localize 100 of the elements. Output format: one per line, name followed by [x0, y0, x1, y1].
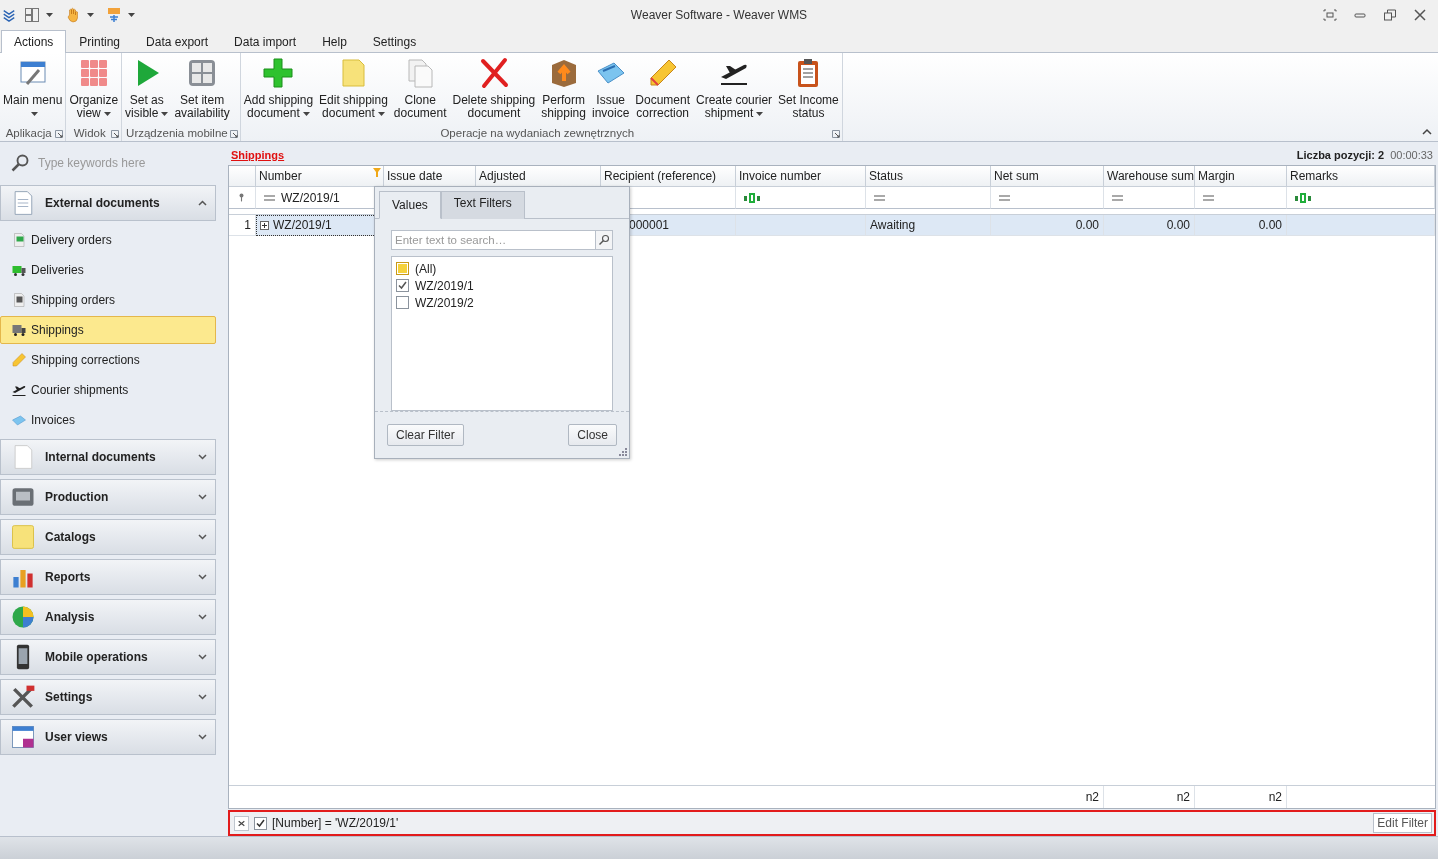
ribbon-tab[interactable]: Data import: [221, 30, 310, 53]
sidebar-item[interactable]: Deliveries: [0, 256, 216, 284]
caret-icon[interactable]: [103, 111, 111, 116]
window-icon: [9, 723, 37, 751]
sidebar-group-header[interactable]: Analysis: [0, 599, 216, 635]
clear-filter-button[interactable]: [234, 815, 249, 831]
sidebar-group-header[interactable]: Mobile operations: [0, 639, 216, 675]
equals-icon[interactable]: [1112, 194, 1123, 201]
list-item-label[interactable]: (All): [415, 261, 437, 276]
column-header[interactable]: Issue date: [384, 166, 476, 187]
equals-icon[interactable]: [999, 194, 1010, 201]
collapse-icon: [198, 200, 207, 206]
equals-icon[interactable]: [1203, 194, 1214, 201]
sidebar-item[interactable]: Delivery orders: [0, 226, 216, 254]
checkbox[interactable]: [396, 296, 409, 309]
equals-icon[interactable]: [264, 194, 275, 201]
caret-icon[interactable]: [302, 111, 310, 116]
text-filter-icon[interactable]: [1295, 192, 1311, 203]
restore-icon[interactable]: [1382, 7, 1398, 23]
dialog-launcher-icon[interactable]: [111, 130, 120, 138]
sidebar-group-header[interactable]: External documents: [0, 185, 216, 221]
dialog-launcher-icon[interactable]: [55, 130, 64, 138]
ribbon-tab[interactable]: Printing: [66, 30, 134, 53]
filter-cell[interactable]: [991, 187, 1104, 209]
filter-cell[interactable]: [1287, 187, 1435, 209]
sidebar-item[interactable]: Shipping corrections: [0, 346, 216, 374]
search-field[interactable]: Type keywords here: [36, 154, 200, 172]
filter-cell[interactable]: [736, 187, 866, 209]
filter-cell[interactable]: [866, 187, 991, 209]
dialog-launcher-icon[interactable]: [229, 130, 238, 138]
clear-filter-button[interactable]: Clear Filter: [387, 424, 464, 447]
close-icon[interactable]: [1412, 7, 1428, 23]
ribbon-tab[interactable]: Settings: [359, 30, 430, 53]
expand-icon[interactable]: [260, 220, 269, 230]
sidebar-group-header[interactable]: User views: [0, 719, 216, 755]
summary-value: n2: [1085, 790, 1099, 804]
column-header[interactable]: Recipient (reference): [601, 166, 736, 187]
ribbon-button[interactable]: Main menu: [0, 57, 66, 125]
column-header[interactable]: Number: [256, 166, 384, 187]
collapse-ribbon-icon[interactable]: [1422, 128, 1432, 135]
ribbon-tab[interactable]: Help: [309, 30, 360, 53]
sidebar-group-header[interactable]: Settings: [0, 679, 216, 715]
caret-icon[interactable]: [161, 111, 169, 116]
ribbon-button[interactable]: Add shipping document: [240, 57, 317, 125]
popup-tab[interactable]: Values: [379, 191, 441, 219]
column-header[interactable]: Adjusted: [476, 166, 601, 187]
ribbon-button[interactable]: Set item availability: [171, 57, 233, 125]
list-item-label[interactable]: WZ/2019/1: [415, 278, 474, 293]
text-filter-icon[interactable]: [744, 192, 760, 203]
filter-value[interactable]: WZ/2019/1: [281, 190, 340, 205]
search-icon: [598, 234, 610, 246]
expand-icon: [198, 734, 207, 740]
search-button[interactable]: [595, 230, 613, 250]
equals-icon[interactable]: [874, 194, 885, 201]
close-button[interactable]: Close: [568, 424, 617, 447]
column-header[interactable]: Remarks: [1287, 166, 1435, 187]
search-field[interactable]: Enter text to search…: [391, 230, 595, 250]
ribbon-button[interactable]: Set as visible: [122, 57, 172, 125]
ribbon-button[interactable]: Edit shipping document: [316, 57, 391, 125]
ribbon-button[interactable]: Set Income status: [775, 57, 842, 125]
sidebar-item[interactable]: Courier shipments: [0, 376, 216, 404]
checkbox[interactable]: [254, 816, 267, 830]
column-header[interactable]: Status: [866, 166, 991, 187]
caret-icon[interactable]: [377, 111, 385, 116]
ribbon-button[interactable]: Issue invoice: [588, 57, 633, 125]
column-header[interactable]: Warehouse sum: [1104, 166, 1195, 187]
column-header[interactable]: Invoice number: [736, 166, 866, 187]
ribbon-button[interactable]: Create courier shipment: [693, 57, 776, 125]
caret-icon[interactable]: [30, 111, 38, 116]
grid-title-link[interactable]: Shippings: [231, 149, 285, 161]
dialog-launcher-icon[interactable]: [831, 130, 840, 138]
edit-filter-button[interactable]: Edit Filter: [1373, 813, 1432, 833]
sidebar-item[interactable]: Shipping orders: [0, 286, 216, 314]
ribbon-button[interactable]: Document correction: [632, 57, 694, 125]
popup-tab[interactable]: Text Filters: [440, 191, 525, 219]
sidebar-item[interactable]: Invoices: [0, 406, 216, 434]
ribbon-tab[interactable]: Actions: [1, 30, 67, 53]
resize-grip-icon[interactable]: [618, 447, 627, 456]
column-header[interactable]: Net sum: [991, 166, 1104, 187]
filter-cell[interactable]: [1104, 187, 1195, 209]
column-header[interactable]: Margin: [1195, 166, 1287, 187]
fullscreen-icon[interactable]: [1322, 7, 1338, 23]
list-item-label[interactable]: WZ/2019/2: [415, 295, 474, 310]
expand-icon: [198, 534, 207, 540]
sidebar-group-header[interactable]: Reports: [0, 559, 216, 595]
table-cell: 0.00: [1195, 215, 1287, 236]
ribbon-button[interactable]: Organize view: [66, 57, 122, 125]
sidebar-item[interactable]: Shippings: [0, 316, 216, 344]
checkbox[interactable]: [396, 262, 409, 275]
ribbon-tab[interactable]: Data export: [133, 30, 222, 53]
chevrons-icon[interactable]: [2, 8, 16, 22]
sidebar-group-header[interactable]: Catalogs: [0, 519, 216, 555]
ribbon-button[interactable]: Clone document: [390, 57, 450, 125]
sidebar-group-header[interactable]: Internal documents: [0, 439, 216, 475]
ribbon-button[interactable]: Delete shipping document: [449, 57, 539, 125]
ribbon-button[interactable]: Perform shipping: [538, 57, 589, 125]
caret-icon[interactable]: [756, 111, 764, 116]
filter-cell[interactable]: [1195, 187, 1287, 209]
checkbox[interactable]: [396, 279, 409, 292]
sidebar-group-header[interactable]: Production: [0, 479, 216, 515]
